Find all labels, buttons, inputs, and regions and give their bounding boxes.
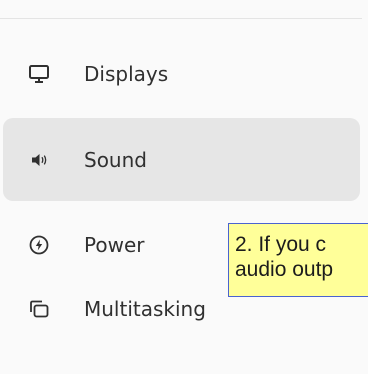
sidebar-item-label: Displays <box>84 61 169 86</box>
sidebar-item-displays[interactable]: Displays <box>3 32 360 115</box>
callout-line-1: 2. If you c <box>235 233 327 256</box>
tutorial-callout: 2. If you c audio outp <box>228 223 368 297</box>
sidebar-item-label: Multitasking <box>84 296 206 321</box>
power-bolt-icon <box>29 235 49 254</box>
sidebar-item-sound[interactable]: Sound <box>3 118 360 201</box>
speaker-icon <box>32 153 47 166</box>
multitasking-icon <box>30 300 49 317</box>
callout-line-2: audio outp <box>235 258 334 281</box>
sidebar-item-label: Power <box>84 232 145 257</box>
sidebar-item-label: Sound <box>84 147 147 172</box>
sidebar-divider <box>0 18 362 19</box>
settings-sidebar: Displays Sound Power Multitasking <box>0 0 368 374</box>
monitor-icon <box>29 64 49 83</box>
